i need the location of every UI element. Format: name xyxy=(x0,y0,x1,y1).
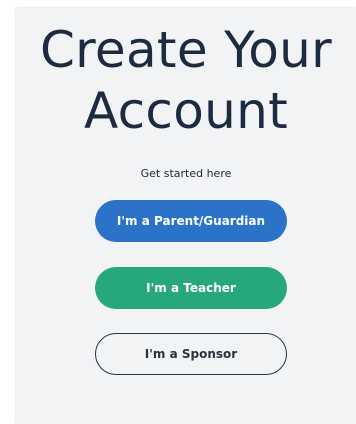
page-title-line-2: Account xyxy=(84,82,288,140)
page: Create Your Account Get started here I'm… xyxy=(0,0,356,424)
page-title-line-1: Create Your xyxy=(39,21,333,79)
subtitle: Get started here xyxy=(140,167,232,180)
teacher-button[interactable]: I'm a Teacher xyxy=(95,267,287,309)
sponsor-button-label: I'm a Sponsor xyxy=(144,347,238,361)
teacher-button-label: I'm a Teacher xyxy=(146,281,236,295)
parent-guardian-button-label: I'm a Parent/Guardian xyxy=(116,214,266,228)
page-title: Create Your Account xyxy=(16,20,356,142)
parent-guardian-button[interactable]: I'm a Parent/Guardian xyxy=(95,200,287,242)
sponsor-button[interactable]: I'm a Sponsor xyxy=(95,333,287,375)
